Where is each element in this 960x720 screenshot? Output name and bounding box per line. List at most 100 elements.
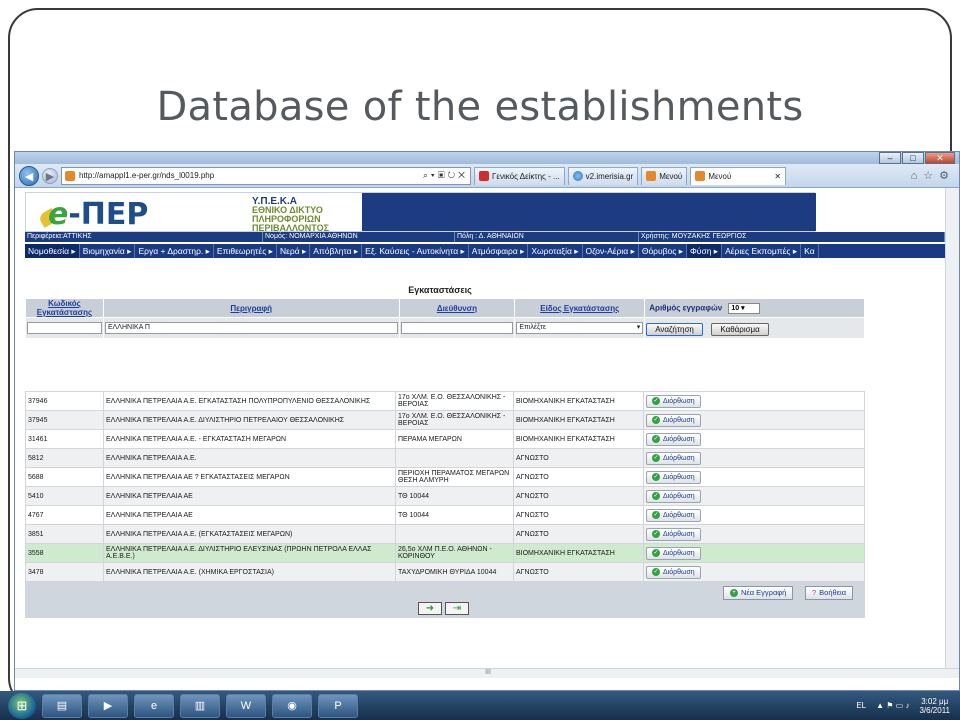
table-row[interactable]: 5410 ΕΛΛΗΝΙΚΑ ΠΕΤΡΕΛΑΙΑ ΑΕ ΤΘ 10044 ΑΓΝΩΣΤΟ…: [25, 486, 865, 506]
address-bar[interactable]: http://amappl1.e-per.gr/nds_l0019.php ⌕▾…: [61, 166, 471, 185]
code-filter-input[interactable]: [27, 322, 102, 334]
col-address-header[interactable]: Διεύθυνση: [398, 298, 516, 318]
code-cell: 5410: [25, 486, 104, 506]
edit-cell: ✓ Διόρθωση: [643, 467, 865, 487]
type-cell: ΒΙΟΜΗΧΑΝΙΚΗ ΕΓΚΑΤΑΣΤΑΣΗ: [513, 410, 644, 430]
col-description-header[interactable]: Περιγραφή: [102, 298, 400, 318]
menu-industry[interactable]: Βιομηχανία ▸: [80, 244, 136, 258]
type-cell: ΑΓΝΩΣΤΟ: [513, 562, 644, 582]
address-cell: ΤΘ 10044: [395, 486, 514, 506]
menu-spatial[interactable]: Χωροταξία ▸: [528, 244, 583, 258]
vertical-scrollbar[interactable]: [945, 188, 959, 678]
checkmark-icon: ✓: [652, 549, 660, 557]
table-row[interactable]: 3478 ΕΛΛΗΝΙΚΑ ΠΕΤΡΕΛΑΙΑ Α.Ε. (ΧΗΜΙΚΑ ΕΡΓΟ…: [25, 562, 865, 582]
tab-favicon-icon: [479, 171, 489, 181]
edit-cell: ✓ Διόρθωση: [643, 486, 865, 506]
language-indicator[interactable]: EL: [856, 701, 866, 710]
description-cell: ΕΛΛΗΝΙΚΑ ΠΕΤΡΕΛΑΙΑ Α.Ε. ΕΓΚΑΤΑΣΤΑΣΗ ΠΟΛΥ…: [103, 391, 396, 411]
edit-button[interactable]: ✓ Διόρθωση: [646, 413, 701, 427]
edit-button[interactable]: ✓ Διόρθωση: [646, 508, 701, 522]
explorer-icon[interactable]: ▤: [42, 693, 82, 718]
menu-nature[interactable]: Φύση ▸: [687, 244, 723, 258]
results-table: 37946 ΕΛΛΗΝΙΚΑ ΠΕΤΡΕΛΑΙΑ Α.Ε. ΕΓΚΑΤΑΣΤΑΣΗ…: [25, 391, 865, 582]
type-cell: ΑΓΝΩΣΤΟ: [513, 467, 644, 487]
navigation-bar: ◀ ▶ http://amappl1.e-per.gr/nds_l0019.ph…: [15, 164, 959, 188]
prefecture-label: Νομός: ΝΟΜΑΡΧΙΑ ΑΘΗΝΩΝ: [263, 232, 455, 242]
tab-menu-1[interactable]: Μενού: [641, 166, 688, 185]
edit-button[interactable]: ✓ Διόρθωση: [646, 394, 701, 408]
table-row[interactable]: 3558 ΕΛΛΗΝΙΚΑ ΠΕΤΡΕΛΑΙΑ Α.Ε. ΔΙΥΛΙΣΤΗΡΙΟ …: [25, 543, 865, 563]
address-filter-input[interactable]: [400, 322, 514, 334]
edit-button[interactable]: ✓ Διόρθωση: [646, 565, 701, 579]
edit-button[interactable]: ✓ Διόρθωση: [646, 489, 701, 503]
records-select[interactable]: 10 ▾: [728, 302, 761, 314]
edit-button[interactable]: ✓ Διόρθωση: [646, 451, 701, 465]
chrome-icon[interactable]: ◉: [272, 693, 312, 718]
ie-icon[interactable]: e: [134, 693, 174, 718]
menu-emissions[interactable]: Αέριες Εκπομπές ▸: [722, 244, 802, 258]
minimize-icon[interactable]: –: [879, 152, 901, 164]
menu-inspectors[interactable]: Επιθεωρητές ▸: [214, 244, 277, 258]
clock[interactable]: 3:02 μμ 3/6/2011: [919, 697, 950, 715]
tab-favicon-icon: [646, 171, 657, 181]
edit-button[interactable]: ✓ Διόρθωση: [646, 432, 701, 446]
table-row[interactable]: 4767 ΕΛΛΗΝΙΚΑ ΠΕΤΡΕΛΑΙΑ ΑΕ ΤΘ 10044 ΑΓΝΩΣΤΟ…: [25, 505, 865, 525]
address-cell: [395, 524, 514, 544]
close-icon[interactable]: ✕: [925, 152, 955, 164]
table-row[interactable]: 37945 ΕΛΛΗΝΙΚΑ ΠΕΤΡΕΛΑΙΑ Α.Ε. ΔΙΥΛΙΣΤΗΡΙΟ…: [25, 410, 865, 430]
search-button[interactable]: Αναζήτηση: [646, 323, 703, 336]
table-row[interactable]: 5688 ΕΛΛΗΝΙΚΑ ΠΕΤΡΕΛΑΙΑ ΑΕ ? ΕΓΚΑΤΑΣΤΑΣΕΙ…: [25, 467, 865, 487]
edit-button[interactable]: ✓ Διόρθωση: [646, 527, 701, 541]
maximize-icon[interactable]: □: [902, 152, 924, 164]
type-cell: ΑΓΝΩΣΤΟ: [513, 486, 644, 506]
table-row[interactable]: 3851 ΕΛΛΗΝΙΚΑ ΠΕΤΡΕΛΑΙΑ Α.Ε. (ΕΓΚΑΤΑΣΤΑΣΕ…: [25, 524, 865, 544]
title-bar: – □ ✕: [15, 152, 959, 164]
word-icon[interactable]: W: [226, 693, 266, 718]
powerpoint-icon[interactable]: P: [318, 693, 358, 718]
menu-ozone[interactable]: Οζον-Αέρια ▸: [583, 244, 639, 258]
table-row[interactable]: 31461 ΕΛΛΗΝΙΚΑ ΠΕΤΡΕΛΑΙΑ Α.Ε. - ΕΓΚΑΤΑΣΤΑ…: [25, 429, 865, 449]
folder-icon[interactable]: ▥: [180, 693, 220, 718]
menu-waste[interactable]: Απόβλητα ▸: [310, 244, 363, 258]
edit-button[interactable]: ✓ Διόρθωση: [646, 470, 701, 484]
type-cell: ΒΙΟΜΗΧΑΝΙΚΗ ΕΓΚΑΤΑΣΤΑΣΗ: [513, 543, 644, 563]
menu-water[interactable]: Νερά ▸: [277, 244, 311, 258]
col-code-header[interactable]: Κωδικός Εγκατάστασης: [25, 298, 104, 318]
tab-general-index[interactable]: Γενικός Δείκτης - ...: [474, 166, 565, 185]
media-player-icon[interactable]: ▶: [88, 693, 128, 718]
menu-atmosphere[interactable]: Ατμόσφαιρα ▸: [469, 244, 529, 258]
tab-imerisia[interactable]: v2.imerisia.gr: [567, 166, 639, 185]
help-button[interactable]: ? Βοήθεια: [805, 586, 854, 600]
type-cell: ΑΓΝΩΣΤΟ: [513, 524, 644, 544]
url-text: http://amappl1.e-per.gr/nds_l0019.php: [79, 171, 215, 180]
home-star-gear-icon[interactable]: ⌂☆⚙: [911, 169, 959, 182]
eper-logo[interactable]: e-ΠΕΡ: [48, 197, 148, 232]
back-button[interactable]: ◀: [19, 165, 39, 186]
horizontal-scrollbar[interactable]: III: [15, 668, 959, 678]
col-type-header[interactable]: Είδος Εγκατάστασης: [514, 298, 646, 318]
tab-menu-active[interactable]: Μενού ✕: [690, 166, 787, 185]
menu-more[interactable]: Κα: [801, 244, 819, 258]
menu-noise[interactable]: Θόρυβος ▸: [639, 244, 688, 258]
new-record-button[interactable]: + Νέα Εγγραφή: [723, 586, 794, 600]
menu-combustion[interactable]: Εξ. Καύσεις - Αυτοκίνητα ▸: [362, 244, 469, 258]
forward-button[interactable]: ▶: [42, 167, 58, 184]
address-actions-icon[interactable]: ⌕▾▣↻✕: [423, 170, 470, 181]
start-button[interactable]: ⊞: [8, 692, 36, 719]
menu-projects[interactable]: Εργα + Δραστηρ. ▸: [135, 244, 214, 258]
table-row[interactable]: 37946 ΕΛΛΗΝΙΚΑ ΠΕΤΡΕΛΑΙΑ Α.Ε. ΕΓΚΑΤΑΣΤΑΣΗ…: [25, 391, 865, 411]
tab-close-icon[interactable]: ✕: [774, 172, 781, 181]
checkmark-icon: ✓: [652, 435, 660, 443]
last-page-button[interactable]: ⇥: [445, 602, 469, 615]
description-cell: ΕΛΛΗΝΙΚΑ ΠΕΤΡΕΛΑΙΑ ΑΕ: [103, 505, 396, 525]
description-filter-input[interactable]: ΕΛΛΗΝΙΚΑ Π: [104, 322, 398, 334]
site-header: e-ΠΕΡ Υ.Π.Ε.Κ.Α ΕΘΝΙΚΟ ΔΙΚΤΥΟ ΠΛΗΡΟΦΟΡΙΩ…: [25, 192, 816, 233]
menu-legislation[interactable]: Νομοθεσία ▸: [25, 244, 80, 258]
code-cell: 3478: [25, 562, 104, 582]
clear-button[interactable]: Καθάρισμα: [711, 323, 769, 336]
type-filter-select[interactable]: Επιλέξτε ▾: [516, 322, 644, 334]
next-page-button[interactable]: ➜: [418, 602, 442, 615]
table-row[interactable]: 5812 ΕΛΛΗΝΙΚΑ ΠΕΤΡΕΛΑΙΑ Α.Ε. ΑΓΝΩΣΤΟ ✓ Διόρθ…: [25, 448, 865, 468]
tray-icons[interactable]: ▲ ⚑ ▭ ♪: [876, 701, 909, 710]
edit-button[interactable]: ✓ Διόρθωση: [646, 546, 701, 560]
